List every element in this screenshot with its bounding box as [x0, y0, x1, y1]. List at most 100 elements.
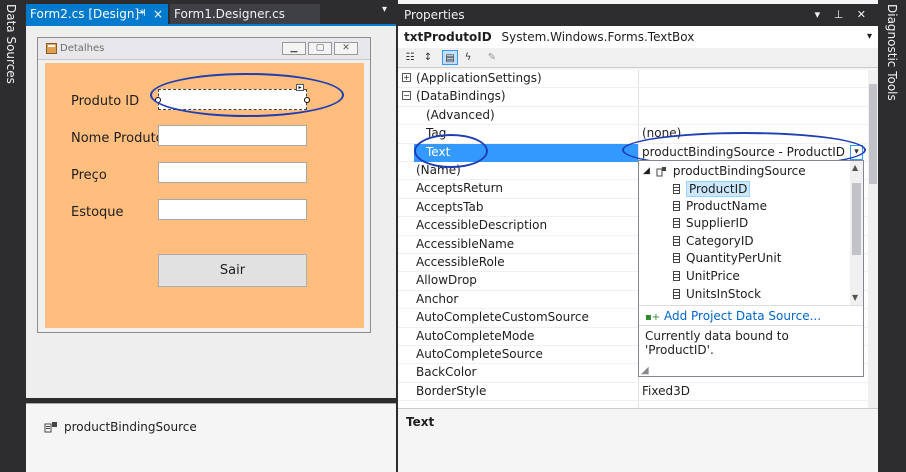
maximize-icon: ▢ [308, 42, 332, 55]
sair-button[interactable]: Sair [158, 254, 307, 287]
close-icon[interactable]: × [153, 4, 163, 24]
binding-source-icon [656, 166, 666, 176]
add-project-data-source-link[interactable]: ▪+ Add Project Data Source... [639, 305, 863, 325]
add-data-source-icon: ▪+ [645, 312, 661, 323]
label-estoque[interactable]: Estoque [71, 205, 124, 220]
close-icon[interactable]: ✕ [857, 8, 866, 21]
property-row[interactable]: − (DataBindings) [398, 88, 868, 107]
property-name: AccessibleName [416, 236, 515, 251]
field-icon [673, 288, 680, 299]
window-menu-chevron-icon[interactable]: ▾ [815, 8, 821, 21]
form-titlebar[interactable]: Detalhes ▁ ▢ ✕ [38, 38, 370, 60]
field-icon [673, 184, 680, 194]
expand-icon[interactable]: + [402, 73, 411, 82]
field-label: SupplierID [686, 216, 749, 231]
field-item[interactable]: ProductName [673, 199, 767, 213]
field-item[interactable]: CategoryID [673, 234, 754, 248]
scroll-up-icon[interactable]: ▲ [852, 163, 858, 172]
textbox-estoque[interactable] [158, 199, 307, 220]
property-name: (ApplicationSettings) [416, 71, 542, 85]
form-title-text: Detalhes [60, 43, 105, 54]
tab-label: Form2.cs [Design]* [30, 7, 146, 21]
field-icon [673, 200, 680, 211]
object-type: System.Windows.Forms.TextBox [501, 30, 695, 44]
collapse-triangle-icon[interactable]: ◢ [643, 166, 650, 176]
categorized-icon[interactable]: ☷ [402, 50, 418, 65]
field-item[interactable]: SupplierID [673, 216, 748, 230]
field-label: ProductID [686, 181, 751, 197]
property-name: AccessibleRole [416, 255, 505, 269]
object-selector[interactable]: txtProdutoID System.Windows.Forms.TextBo… [398, 26, 878, 48]
tray-component-label: productBindingSource [64, 420, 197, 434]
description-title: Text [406, 415, 435, 429]
tree-source-node[interactable]: ◢ productBindingSource [643, 164, 806, 178]
close-window-icon: ✕ [334, 42, 358, 55]
tree-source-label: productBindingSource [672, 164, 806, 178]
label-nome-produto[interactable]: Nome Produto [71, 131, 164, 146]
properties-titlebar: Properties ▾ ⊥ ✕ [398, 4, 878, 26]
design-form-window[interactable]: Detalhes ▁ ▢ ✕ Produto ID Nome Produto P… [37, 37, 371, 333]
tray-component-item[interactable]: productBindingSource [44, 420, 197, 434]
annotation-ellipse [414, 134, 488, 168]
resize-grip-icon[interactable]: ◢ [641, 365, 649, 376]
field-icon [673, 218, 680, 229]
tab-overflow-chevron-icon[interactable]: ▾ [382, 4, 387, 15]
scrollbar-thumb[interactable] [869, 84, 877, 184]
field-label: CategoryID [686, 233, 754, 248]
form-client-area[interactable]: Produto ID Nome Produto Preço Estoque ▸ … [45, 63, 364, 328]
property-row[interactable]: + (ApplicationSettings) [398, 70, 868, 89]
diagnostic-tools-tab[interactable]: Diagnostic Tools [885, 4, 899, 101]
binding-info-text: Currently data bound to 'ProductID'. [639, 325, 863, 365]
tab-form1-designer[interactable]: Form1.Designer.cs [170, 4, 320, 24]
field-label: QuantityPerUnit [686, 251, 782, 266]
component-tray: productBindingSource [26, 403, 396, 472]
field-item[interactable]: QuantityPerUnit [673, 251, 781, 265]
minimize-icon: ▁ [282, 42, 306, 55]
data-sources-tab[interactable]: Data Sources [4, 4, 18, 84]
annotation-ellipse [150, 73, 344, 117]
description-pane: Text [398, 408, 878, 472]
textbox-preco[interactable] [158, 162, 307, 183]
binding-source-icon [44, 421, 57, 432]
left-tool-strip: Data Sources [0, 0, 26, 472]
field-label: UnitsInStock [686, 286, 762, 301]
property-name: AcceptsReturn [416, 181, 503, 196]
alphabetical-icon[interactable]: ↕ [420, 50, 436, 65]
property-name: AcceptsTab [416, 199, 484, 214]
field-icon [673, 253, 680, 264]
property-pages-icon[interactable]: ✎ [484, 50, 500, 65]
design-surface[interactable]: Detalhes ▁ ▢ ✕ Produto ID Nome Produto P… [26, 26, 396, 400]
property-name: AutoCompleteCustomSource [416, 310, 589, 325]
field-item[interactable]: UnitsInStock [673, 287, 761, 301]
scrollbar-thumb[interactable] [852, 183, 861, 255]
field-item[interactable]: ProductID [673, 181, 751, 197]
databinding-dropdown[interactable]: ◢ productBindingSource ProductID ProductN… [638, 160, 864, 377]
label-produto-id[interactable]: Produto ID [71, 94, 139, 109]
property-grid-scrollbar[interactable] [868, 70, 878, 408]
events-icon[interactable]: ϟ [460, 50, 476, 65]
tab-form2-design[interactable]: Form2.cs [Design]* ⊣ × [26, 4, 168, 24]
scroll-down-icon[interactable]: ▼ [852, 293, 858, 302]
pin-icon[interactable]: ⊥ [834, 8, 844, 21]
collapse-icon[interactable]: − [402, 91, 411, 101]
chevron-down-icon[interactable]: ▾ [867, 26, 872, 48]
property-name: Anchor [416, 291, 459, 306]
object-name: txtProdutoID [404, 30, 492, 44]
panel-title: Properties [404, 8, 465, 22]
field-label: ProductName [686, 198, 767, 213]
textbox-nome-produto[interactable] [158, 125, 307, 146]
label-preco[interactable]: Preço [71, 168, 107, 183]
pin-icon[interactable]: ⊣ [137, 4, 146, 24]
field-label: UnitPrice [686, 269, 740, 283]
add-source-label: Add Project Data Source... [663, 309, 822, 323]
property-row[interactable]: (Advanced) [398, 107, 868, 126]
properties-toolbar: ☷ ↕ ▤ ϟ ✎ [398, 48, 878, 68]
field-icon [673, 271, 680, 281]
field-item[interactable]: UnitPrice [673, 269, 740, 283]
property-value[interactable]: Fixed3D [642, 384, 690, 398]
property-row[interactable]: BorderStyle Fixed3D [398, 383, 868, 402]
binding-tree[interactable]: ◢ productBindingSource ProductID ProductN… [639, 161, 863, 305]
tree-scrollbar[interactable]: ▲ ▼ [850, 161, 863, 305]
properties-icon[interactable]: ▤ [442, 50, 458, 65]
property-name: (DataBindings) [416, 89, 506, 104]
